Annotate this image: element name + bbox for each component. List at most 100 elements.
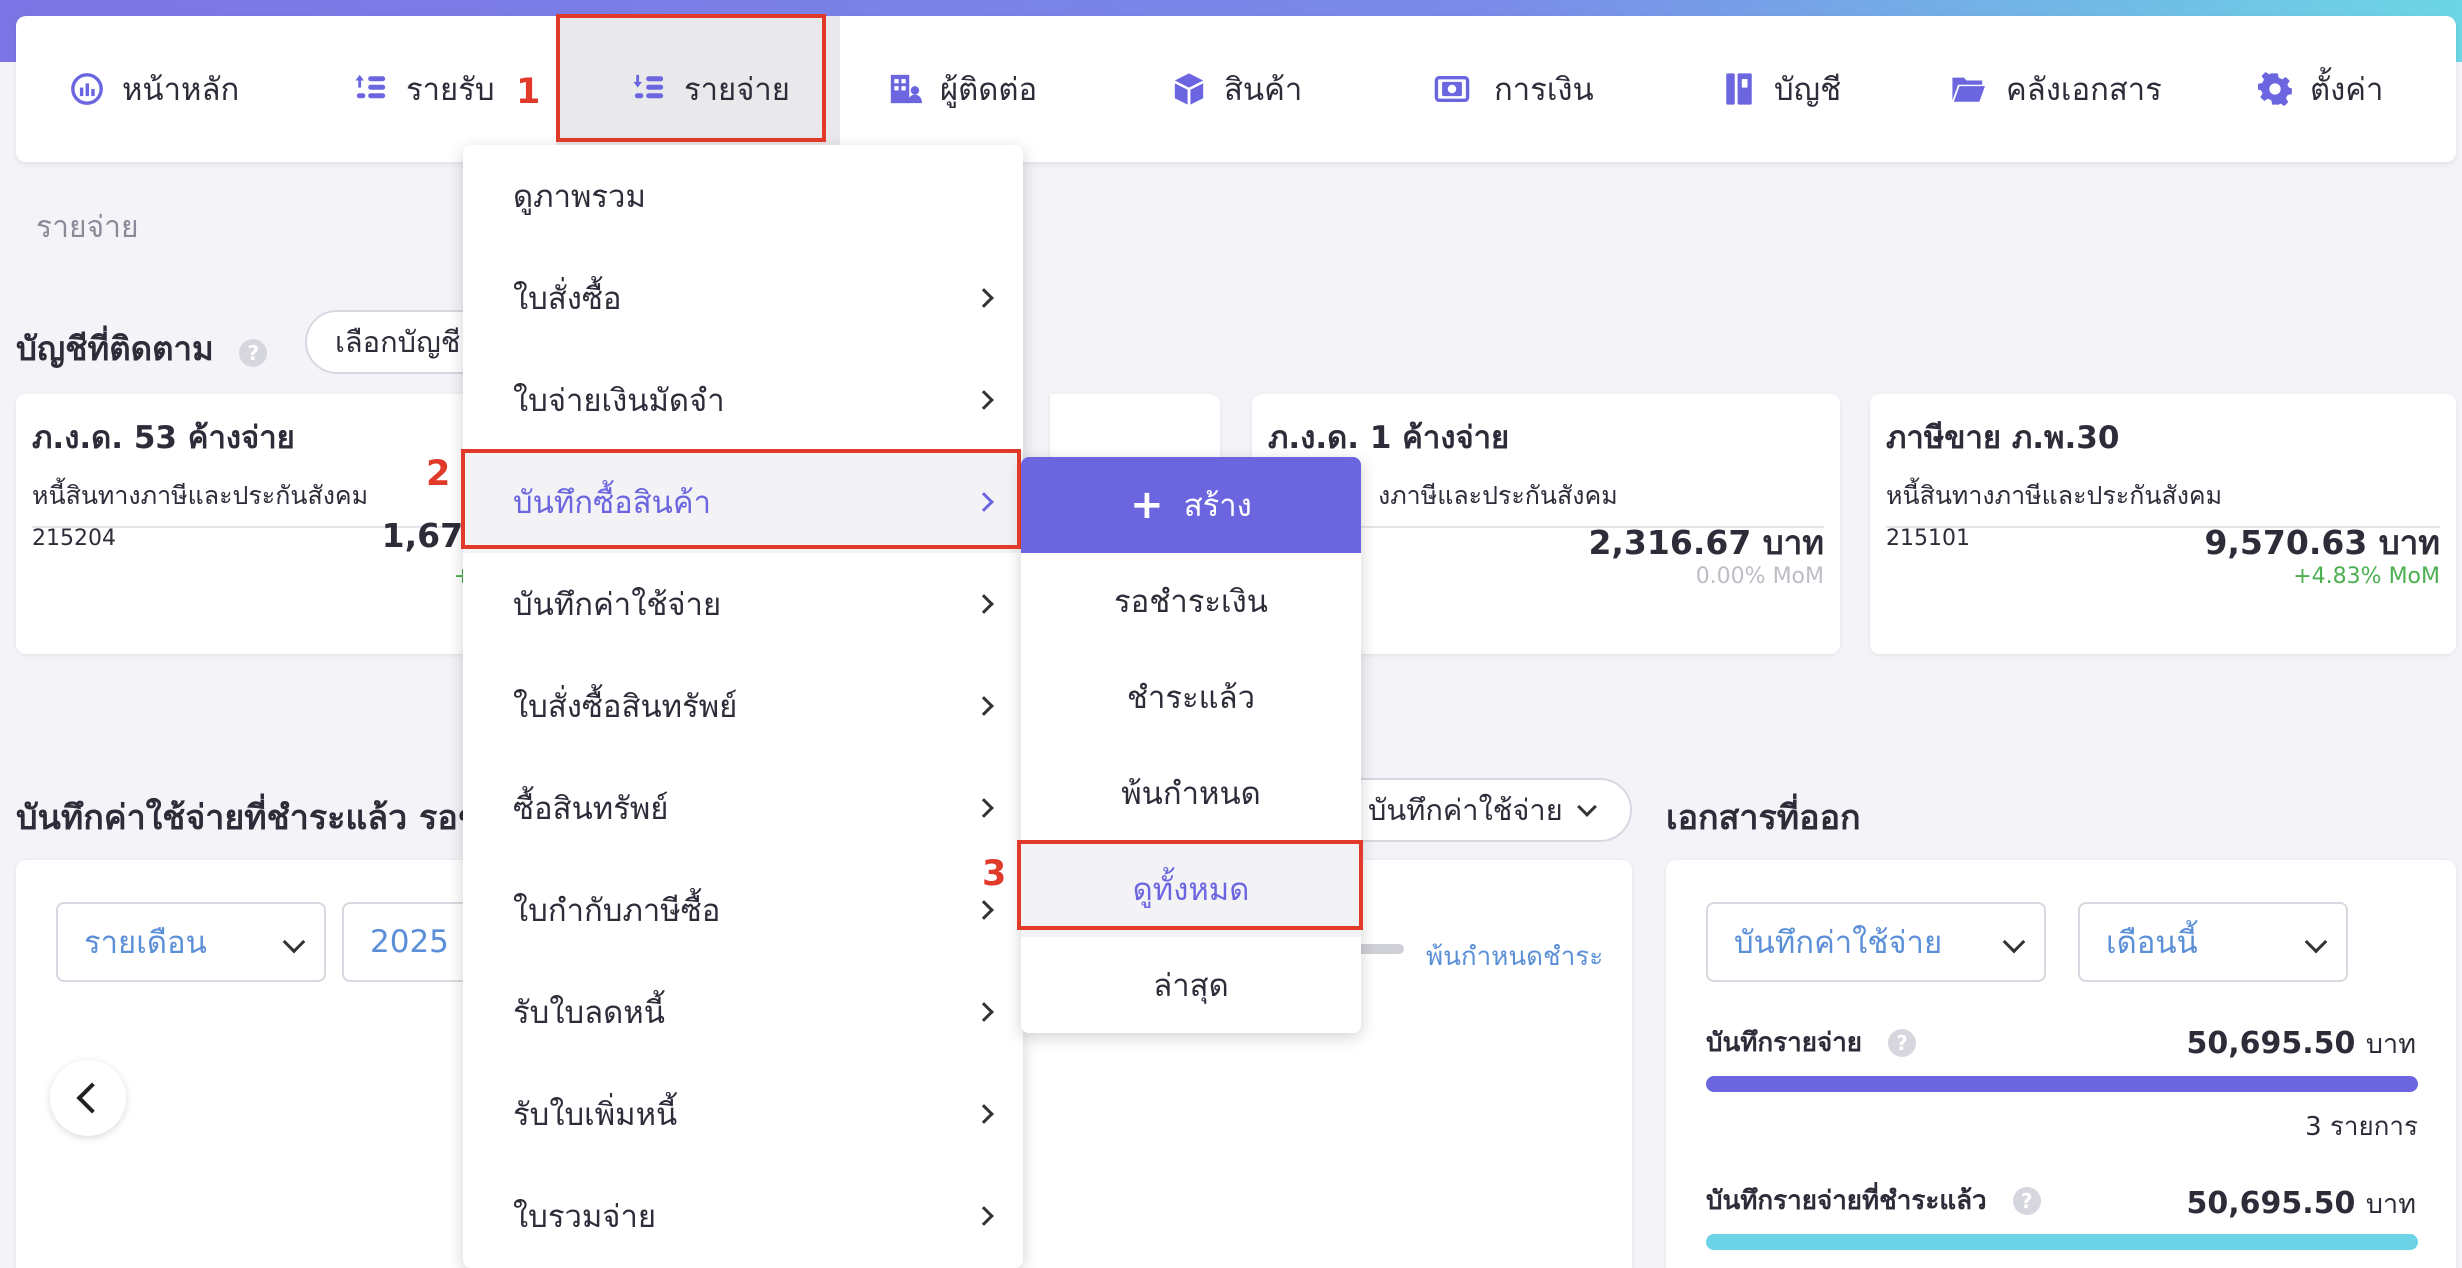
stat-expense-bar [1706,1076,2418,1092]
period-select-value: รายเดือน [84,925,207,961]
nav-products-label: สินค้า [1224,72,1303,108]
nav-settings-label: ตั้งค่า [2310,72,2384,108]
card-title: ภ.ง.ด. 1 ค้างจ่าย [1268,420,1510,456]
document-type-select-value: บันทึกค่าใช้จ่าย [1734,925,1943,961]
submenu-item-paid[interactable]: ชำระแล้ว [1021,649,1361,745]
card-amount: 2,316.67 บาท [1588,523,1824,562]
help-icon[interactable]: ? [1888,1028,1917,1057]
menu-item-deposit-payment[interactable]: ใบจ่ายเงินมัดจำ [463,349,1023,451]
period-select[interactable]: รายเดือน [56,902,326,982]
breadcrumb: รายจ่าย [36,210,139,245]
submenu-item-awaiting-payment[interactable]: รอชำระเงิน [1021,553,1361,649]
account-card[interactable]: ภาษีขาย ภ.พ.30 หนี้สินทางภาษีและประกันสั… [1870,394,2456,654]
stat-paid-amount: 50,695.50 [2186,1186,2356,1221]
income-coins-icon [355,74,386,99]
followed-accounts-title-text: บัญชีที่ติดตาม [16,329,214,368]
stat-paid-label: บันทึกรายจ่ายที่ชำระแล้ว ? [1706,1180,2041,1221]
nav-contacts[interactable]: ผู้ติดต่อ [888,16,1037,162]
followed-accounts-title: บัญชีที่ติดตาม ? [16,322,268,375]
menu-item-asset-purchase[interactable]: ซื้อสินทรัพย์ [463,757,1023,859]
nav-home[interactable]: หน้าหลัก [70,16,239,162]
chevron-right-icon [974,594,994,614]
menu-item-purchase-tax-invoice[interactable]: ใบกำกับภาษีซื้อ [463,859,1023,961]
help-icon[interactable]: ? [239,339,268,367]
card-title: ภาษีขาย ภ.พ.30 [1886,420,2120,456]
card-mom: 0.00% MoM [1695,564,1824,589]
expense-dropdown-menu: ดูภาพรวม ใบสั่งซื้อ ใบจ่ายเงินมัดจำ บันท… [463,145,1023,1268]
nav-expense-label: รายจ่าย [684,72,790,108]
chevron-down-icon [1577,797,1597,817]
menu-item-overview[interactable]: ดูภาพรวม [463,145,1023,247]
stat-expense-unit: บาท [2365,1029,2416,1060]
menu-item-label: ใบจ่ายเงินมัดจำ [513,383,725,419]
dashboard-gauge-icon [71,73,103,105]
card-code: 215101 [1886,526,1970,551]
nav-expense[interactable]: รายจ่าย [556,16,840,162]
expenses-section-title: บันทึกค่าใช้จ่ายที่ชำระแล้ว รอชำ [16,798,486,838]
submenu-item-view-all[interactable]: ดูทั้งหมด [1021,841,1361,937]
card-amount: 9,570.63 บาท [2204,523,2440,562]
chevron-right-icon [974,390,994,410]
create-button[interactable]: + สร้าง [1021,457,1361,553]
chevron-right-icon [974,1002,994,1022]
chevron-right-icon [974,798,994,818]
chevron-down-icon [282,930,306,954]
plus-icon: + [1130,482,1164,528]
nav-documents[interactable]: คลังเอกสาร [1948,16,2162,162]
chart-prev-button[interactable] [50,1060,126,1136]
menu-item-asset-purchase-order[interactable]: ใบสั่งซื้อสินทรัพย์ [463,655,1023,757]
nav-accounting[interactable]: บัญชี [1722,16,1841,162]
settings-gear-icon [2258,72,2292,106]
menu-item-purchase-record[interactable]: บันทึกซื้อสินค้า [463,451,1023,553]
stat-expense-count: 3 รายการ [2305,1112,2418,1142]
account-card[interactable]: ภ.ง.ด. 53 ค้างจ่าย หนี้สินทางภาษีและประก… [16,394,486,654]
menu-item-label: ซื้อสินทรัพย์ [513,791,669,827]
menu-item-label: รับใบเพิ่มหนี้ [513,1097,678,1133]
nav-income[interactable]: รายรับ [354,16,495,162]
expense-type-pill[interactable]: บันทึกค่าใช้จ่าย [1330,778,1632,842]
nav-products[interactable]: สินค้า [1172,16,1302,162]
annotation-number-1: 1 [516,72,541,112]
stat-paid-label-text: บันทึกรายจ่ายที่ชำระแล้ว [1706,1186,1987,1216]
menu-item-label: ใบกำกับภาษีซื้อ [513,893,721,929]
chevron-right-icon [974,1104,994,1124]
card-mom: +4.83% MoM [2293,564,2440,589]
menu-item-label: รับใบลดหนี้ [513,995,665,1031]
legend-due-label[interactable]: พ้นกำหนดชำระ [1426,936,1603,977]
menu-item-debit-note[interactable]: รับใบเพิ่มหนี้ [463,1063,1023,1165]
year-select-value: 2025 [370,924,449,960]
submenu-item-latest[interactable]: ล่าสุด [1021,937,1361,1033]
create-button-label: สร้าง [1183,488,1252,524]
chevron-down-icon [2002,930,2026,954]
annotation-number-2: 2 [426,454,451,494]
stat-paid-bar [1706,1234,2418,1250]
year-select[interactable]: 2025 [342,902,472,982]
card-title: ภ.ง.ด. 53 ค้างจ่าย [32,420,295,456]
menu-item-purchase-order[interactable]: ใบสั่งซื้อ [463,247,1023,349]
document-type-select[interactable]: บันทึกค่าใช้จ่าย [1706,902,2046,982]
nav-settings[interactable]: ตั้งค่า [2258,16,2383,162]
menu-item-label: บันทึกค่าใช้จ่าย [513,587,722,623]
menu-item-label: ใบสั่งซื้อ [513,281,622,317]
help-icon[interactable]: ? [2012,1186,2041,1215]
menu-item-expense-record[interactable]: บันทึกค่าใช้จ่าย [463,553,1023,655]
expense-type-pill-label: บันทึกค่าใช้จ่าย [1368,793,1563,827]
nav-finance-label: การเงิน [1494,72,1594,108]
stat-expense-label-text: บันทึกรายจ่าย [1706,1028,1863,1058]
menu-item-credit-note[interactable]: รับใบลดหนี้ [463,961,1023,1063]
finance-money-icon [1434,75,1470,103]
menu-item-combined-payment[interactable]: ใบรวมจ่าย [463,1165,1023,1267]
document-period-select[interactable]: เดือนนี้ [2078,902,2348,982]
card-code: 215204 [32,526,116,551]
stat-paid-value: 50,695.50 บาท [2187,1182,2416,1225]
submenu-item-overdue[interactable]: พ้นกำหนด [1021,745,1361,841]
chevron-left-icon [76,1082,108,1114]
chevron-right-icon [974,696,994,716]
chevron-right-icon [974,900,994,920]
stat-paid-unit: บาท [2365,1189,2416,1220]
stat-expense-label: บันทึกรายจ่าย ? [1706,1022,1917,1063]
chevron-right-icon [974,288,994,308]
menu-item-label: บันทึกซื้อสินค้า [513,485,711,521]
nav-documents-label: คลังเอกสาร [2006,72,2162,108]
nav-finance[interactable]: การเงิน [1428,16,1594,162]
